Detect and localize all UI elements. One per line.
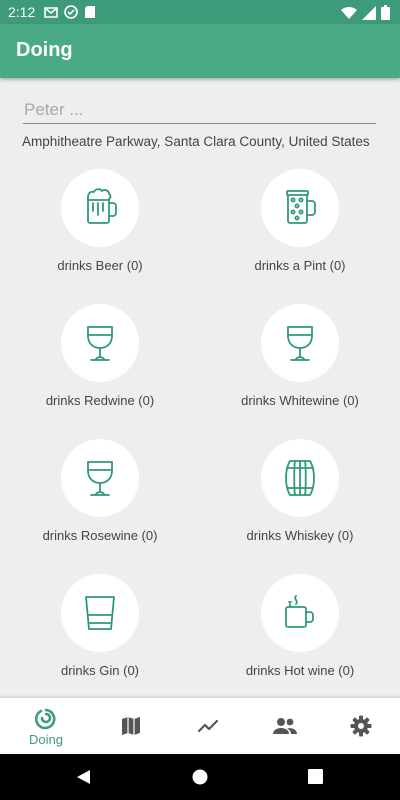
chart-icon <box>197 719 219 733</box>
drink-button-rosewine[interactable] <box>61 439 139 517</box>
drink-button-gin[interactable] <box>61 574 139 652</box>
drink-button-whiskey[interactable] <box>261 439 339 517</box>
drink-button-beer[interactable] <box>61 169 139 247</box>
map-icon <box>122 717 140 735</box>
drink-item-gin: drinks Gin (0) <box>0 574 200 697</box>
pint-icon <box>286 190 316 224</box>
gmail-icon <box>44 7 58 18</box>
settings-icon <box>350 715 372 737</box>
nav-item-people[interactable] <box>245 698 325 754</box>
drink-label: drinks Gin (0) <box>60 663 140 678</box>
location-text: Amphitheatre Parkway, Santa Clara County… <box>22 134 370 149</box>
drink-item-rosewine: drinks Rosewine (0) <box>0 439 200 574</box>
at-icon <box>64 5 78 19</box>
signal-icon <box>362 5 376 20</box>
drink-button-hotwine[interactable] <box>261 574 339 652</box>
doing-icon <box>34 708 56 729</box>
status-bar: 2:12 <box>0 0 400 24</box>
nav-item-doing[interactable]: Doing <box>6 698 86 754</box>
sd-card-icon <box>85 6 95 18</box>
back-icon[interactable] <box>75 769 91 785</box>
barrel-icon <box>285 460 315 496</box>
wine-glass-icon <box>87 326 113 361</box>
home-icon[interactable] <box>192 769 208 785</box>
drink-item-whiskey: drinks Whiskey (0) <box>200 439 400 574</box>
nav-label-doing: Doing <box>29 731 63 747</box>
page-title: Doing <box>16 39 73 61</box>
drink-item-whitewine: drinks Whitewine (0) <box>200 304 400 439</box>
drink-label: drinks Hot wine (0) <box>245 663 355 678</box>
recents-icon[interactable] <box>308 769 323 784</box>
drink-button-redwine[interactable] <box>61 304 139 382</box>
nav-item-chart[interactable] <box>168 698 248 754</box>
wine-glass-icon <box>287 326 313 361</box>
drink-item-beer: drinks Beer (0) <box>0 169 200 304</box>
drink-label: drinks Rosewine (0) <box>42 528 158 543</box>
drink-button-whitewine[interactable] <box>261 304 339 382</box>
wifi-icon <box>341 6 357 19</box>
status-right-icons <box>341 5 390 20</box>
drink-item-pint: drinks a Pint (0) <box>200 169 400 304</box>
drink-button-pint[interactable] <box>261 169 339 247</box>
beer-mug-icon <box>87 188 117 224</box>
tumbler-icon <box>85 596 115 630</box>
drink-label: drinks Beer (0) <box>57 258 143 273</box>
status-left-icons <box>44 5 96 19</box>
drink-label: drinks a Pint (0) <box>254 258 346 273</box>
wine-glass-icon <box>87 461 113 496</box>
hot-mug-icon <box>285 595 314 628</box>
nav-item-settings[interactable] <box>321 698 400 754</box>
drink-label: drinks Whitewine (0) <box>241 393 359 408</box>
drink-item-redwine: drinks Redwine (0) <box>0 304 200 439</box>
drink-item-hotwine: drinks Hot wine (0) <box>200 574 400 697</box>
drink-label: drinks Whiskey (0) <box>246 528 354 543</box>
name-input[interactable] <box>23 97 376 124</box>
battery-icon <box>381 5 390 20</box>
bottom-navigation: Doing <box>0 698 400 754</box>
drink-label: drinks Redwine (0) <box>45 393 155 408</box>
status-time: 2:12 <box>8 4 36 20</box>
nav-item-map[interactable] <box>91 698 171 754</box>
system-navigation-bar <box>0 754 400 800</box>
app-bar: Doing <box>0 24 400 78</box>
drink-grid: drinks Beer (0) drinks a Pint (0) drinks… <box>0 169 400 697</box>
people-icon <box>273 718 297 734</box>
